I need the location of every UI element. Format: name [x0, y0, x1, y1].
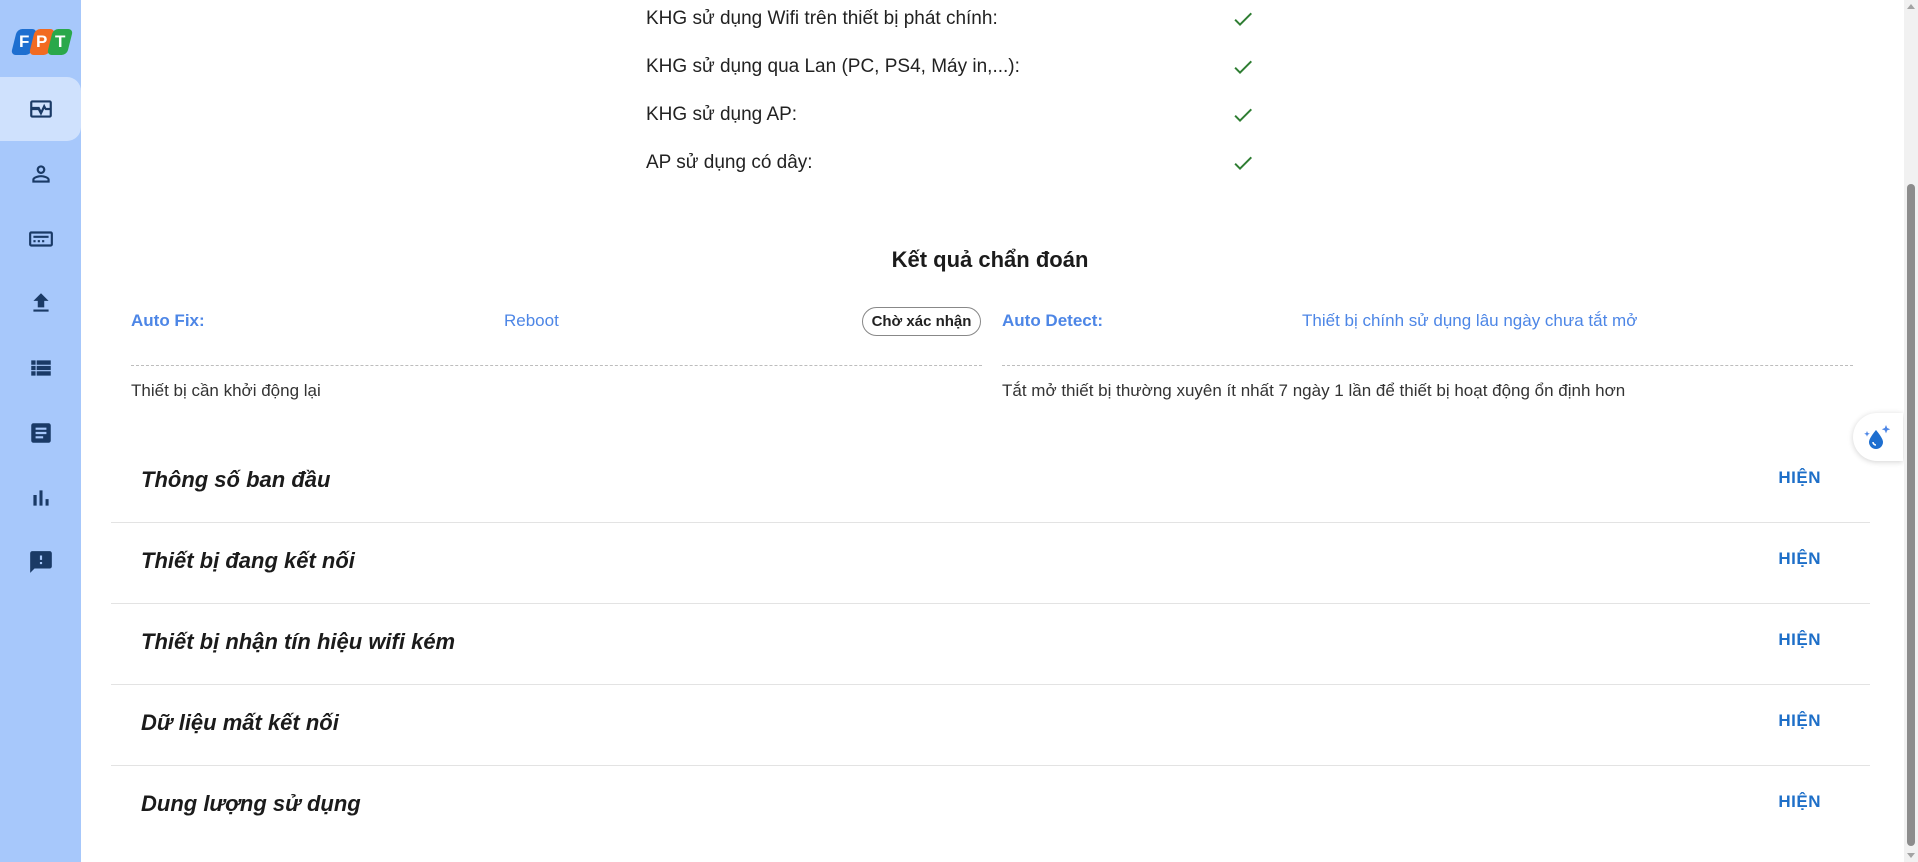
section-title: Thông số ban đầu — [141, 467, 331, 492]
auto-detect-value: Thiết bị chính sử dụng lâu ngày chưa tắt… — [1302, 311, 1638, 330]
check-row-ap-wired: AP sử dụng có dây: — [646, 148, 1266, 178]
section-title: Dung lượng sử dụng — [141, 791, 361, 816]
sidebar-item-user[interactable] — [0, 142, 81, 206]
list-icon — [30, 360, 51, 376]
feedback-icon — [29, 551, 52, 573]
check-label: KHG sử dụng Wifi trên thiết bị phát chín… — [646, 8, 998, 29]
auto-detect-label: Auto Detect: — [1002, 311, 1104, 330]
check-label: AP sử dụng có dây: — [646, 152, 813, 173]
scroll-up-arrow[interactable] — [1907, 4, 1915, 9]
auto-fix-value: Reboot — [504, 311, 559, 330]
show-button[interactable]: HIỆN — [1778, 549, 1821, 569]
sidebar-item-upload[interactable] — [0, 271, 81, 335]
section-weak-wifi-devices[interactable]: Thiết bị nhận tín hiệu wifi kém HIỆN — [111, 604, 1870, 685]
vertical-scrollbar[interactable] — [1904, 0, 1918, 862]
monitor-heartbeat-icon — [29, 100, 52, 118]
section-title: Thiết bị đang kết nối — [141, 548, 355, 573]
section-title: Dữ liệu mất kết nối — [141, 710, 339, 735]
show-button[interactable]: HIỆN — [1778, 711, 1821, 731]
show-button[interactable]: HIỆN — [1778, 630, 1821, 650]
section-data-usage[interactable]: Dung lượng sử dụng HIỆN — [111, 766, 1870, 847]
sidebar-item-monitor[interactable] — [0, 77, 81, 141]
check-row-ap: KHG sử dụng AP: — [646, 100, 1266, 130]
check-icon — [1234, 156, 1252, 170]
check-row-wifi: KHG sử dụng Wifi trên thiết bị phát chín… — [646, 4, 1266, 34]
sidebar: F P T — [0, 0, 81, 862]
auto-fix-label: Auto Fix: — [131, 311, 205, 330]
check-icon — [1234, 12, 1252, 26]
show-button[interactable]: HIỆN — [1778, 468, 1821, 488]
section-initial-params[interactable]: Thông số ban đầu HIỆN — [111, 442, 1870, 523]
sidebar-item-document[interactable] — [0, 401, 81, 465]
show-button[interactable]: HIỆN — [1778, 792, 1821, 812]
auto-detect-description: Tắt mở thiết bị thường xuyên ít nhất 7 n… — [1002, 381, 1626, 400]
section-title: Thiết bị nhận tín hiệu wifi kém — [141, 629, 456, 654]
check-label: KHG sử dụng AP: — [646, 104, 798, 125]
scroll-down-arrow[interactable] — [1907, 853, 1915, 858]
user-icon — [31, 165, 50, 183]
sidebar-item-feedback[interactable] — [0, 530, 81, 594]
section-disconnect-data[interactable]: Dữ liệu mất kết nối HIỆN — [111, 685, 1870, 766]
section-connected-devices[interactable]: Thiết bị đang kết nối HIỆN — [111, 523, 1870, 604]
scroll-thumb[interactable] — [1907, 184, 1915, 846]
confirm-status-button[interactable]: Chờ xác nhận — [862, 307, 981, 336]
check-row-lan: KHG sử dụng qua Lan (PC, PS4, Máy in,...… — [646, 52, 1266, 82]
check-icon — [1234, 108, 1252, 122]
diagnosis-title: Kết quả chẩn đoán — [891, 247, 1089, 272]
divider — [1002, 365, 1853, 366]
sidebar-item-chart[interactable] — [0, 466, 81, 530]
fpt-logo: F P T — [10, 26, 74, 58]
divider — [131, 365, 982, 366]
check-label: KHG sử dụng qua Lan (PC, PS4, Máy in,...… — [646, 56, 1020, 77]
bar-chart-icon — [32, 490, 49, 506]
check-icon — [1234, 60, 1252, 74]
auto-fix-description: Thiết bị cần khởi động lại — [131, 381, 321, 400]
document-icon — [30, 423, 51, 443]
sidebar-item-list[interactable] — [0, 336, 81, 400]
upload-icon — [32, 293, 49, 312]
